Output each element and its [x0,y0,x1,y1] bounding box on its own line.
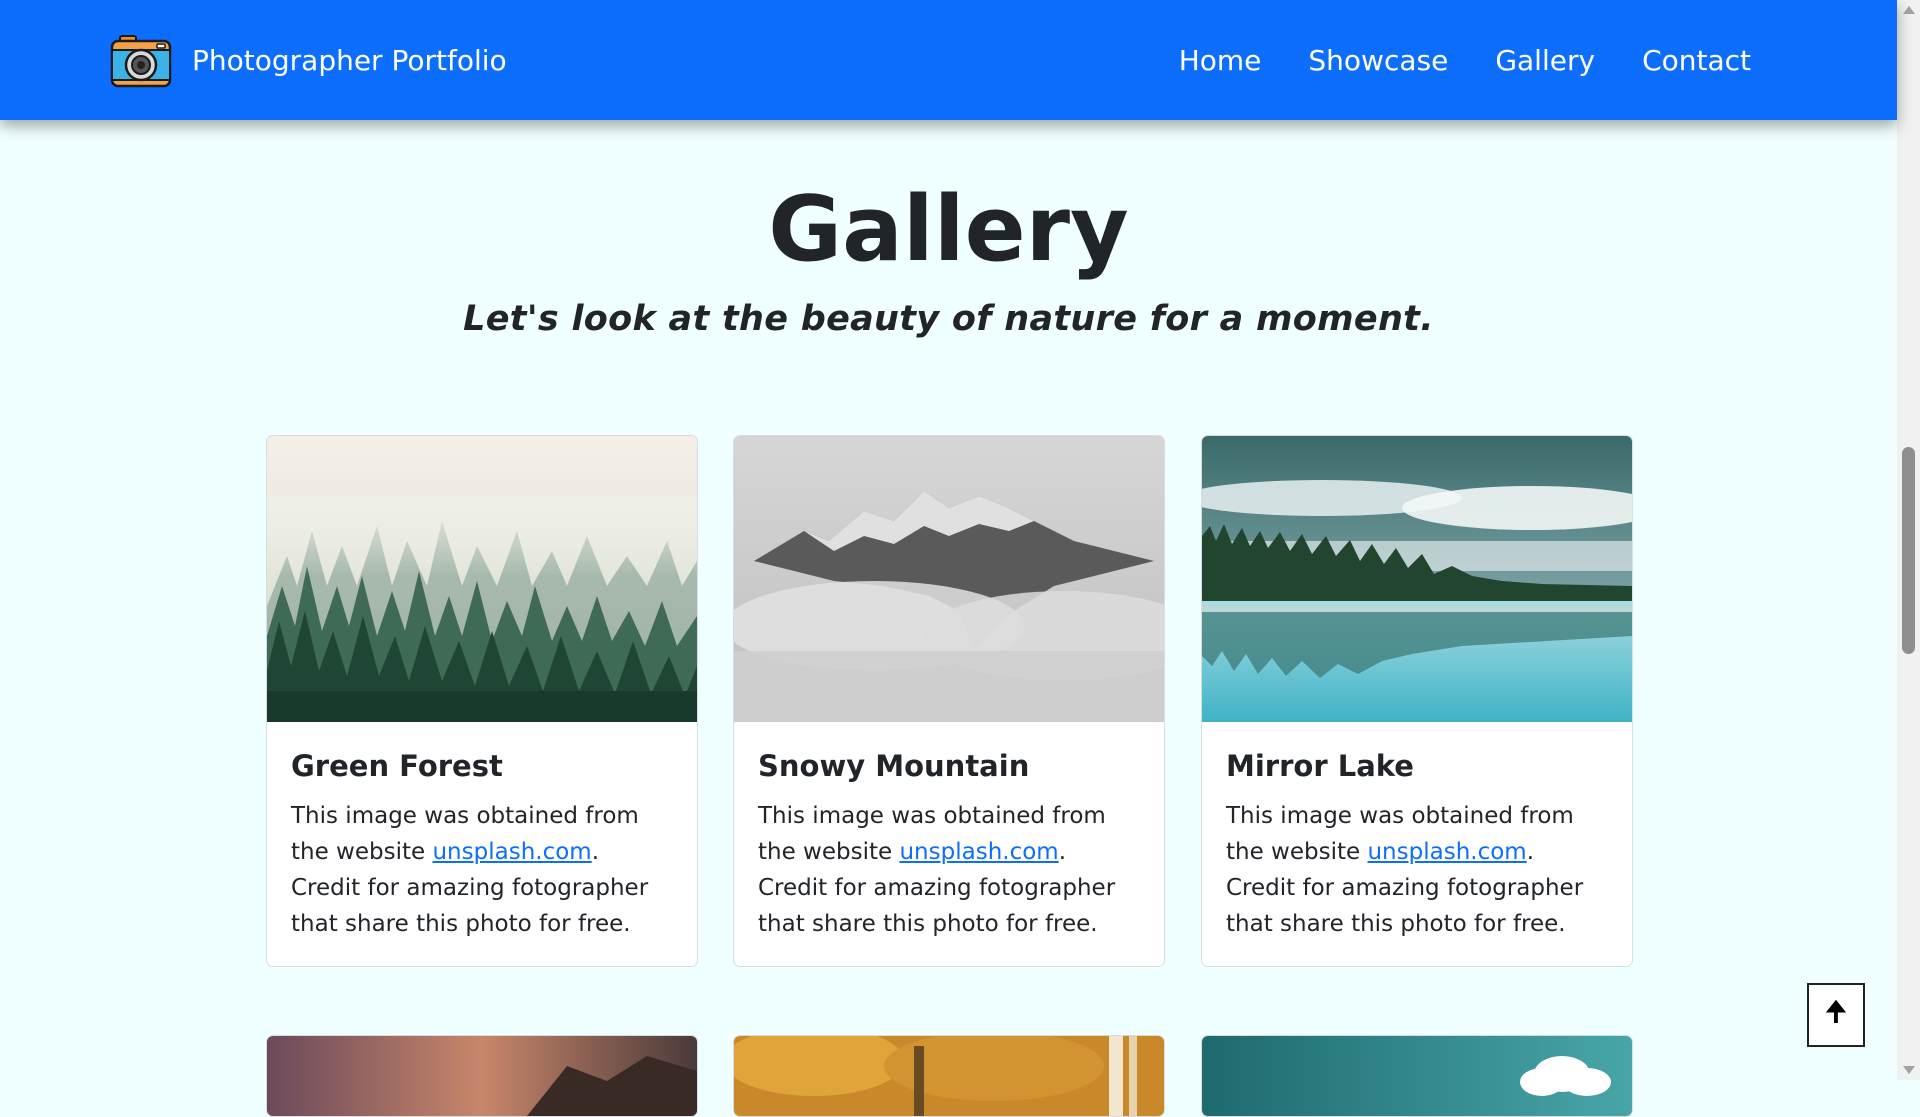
back-to-top-button[interactable]: 🠉 [1807,983,1865,1047]
card-text: This image was obtained from the website… [1226,798,1608,942]
card-body: Green Forest This image was obtained fro… [267,722,697,966]
nav-links: Home Showcase Gallery Contact [1179,0,1751,120]
card-text: This image was obtained from the website… [758,798,1140,942]
camera-icon [110,35,172,88]
brand-link[interactable]: Photographer Portfolio [110,30,507,90]
brand-name: Photographer Portfolio [192,43,507,77]
card-body: Snowy Mountain This image was obtained f… [734,722,1164,966]
arrow-up-icon: 🠉 [1824,996,1848,1027]
card-body: Mirror Lake This image was obtained from… [1202,722,1632,966]
card-image-forest [267,436,697,722]
page-title: Gallery [768,177,1129,282]
gallery-card-autumn [733,1035,1165,1117]
unsplash-link[interactable]: unsplash.com [432,839,591,865]
scroll-down-arrow-icon[interactable] [1903,1066,1915,1074]
card-image-sunset [267,1036,697,1116]
gallery-card-mirror-lake: Mirror Lake This image was obtained from… [1201,435,1633,967]
scroll-up-arrow-icon[interactable] [1903,6,1915,14]
card-image-sky [1202,1036,1632,1116]
nav-link-gallery[interactable]: Gallery [1495,44,1595,77]
gallery-card-green-forest: Green Forest This image was obtained fro… [266,435,698,967]
card-text: This image was obtained from the website… [291,798,673,942]
unsplash-link[interactable]: unsplash.com [899,839,1058,865]
page-scrollbar[interactable] [1897,0,1920,1080]
nav-link-showcase[interactable]: Showcase [1308,44,1448,77]
navbar: Photographer Portfolio Home Showcase Gal… [0,0,1897,120]
nav-link-contact[interactable]: Contact [1642,44,1751,77]
card-image-autumn [734,1036,1164,1116]
nav-link-home[interactable]: Home [1179,44,1262,77]
card-title: Green Forest [291,749,503,783]
card-image-lake [1202,436,1632,722]
gallery-card-sunset [266,1035,698,1117]
card-image-mountain [734,436,1164,722]
unsplash-link[interactable]: unsplash.com [1367,839,1526,865]
card-title: Snowy Mountain [758,749,1030,783]
card-title: Mirror Lake [1226,749,1414,783]
gallery-card-snowy-mountain: Snowy Mountain This image was obtained f… [733,435,1165,967]
page-subtitle: Let's look at the beauty of nature for a… [463,299,1434,339]
scrollbar-thumb[interactable] [1902,447,1915,654]
gallery-card-sky [1201,1035,1633,1117]
